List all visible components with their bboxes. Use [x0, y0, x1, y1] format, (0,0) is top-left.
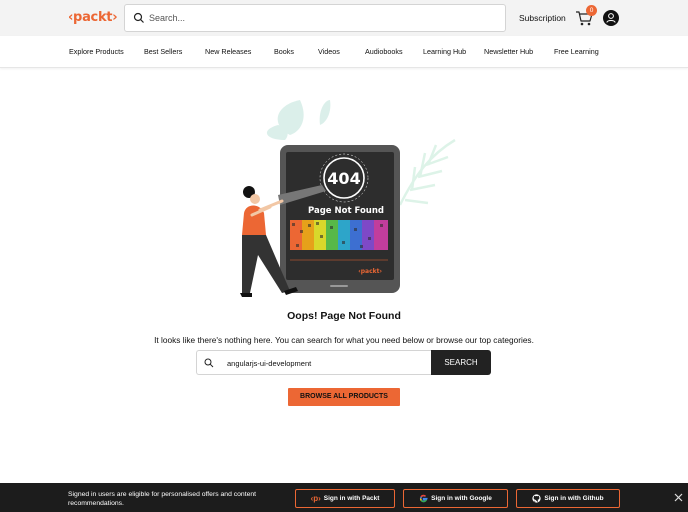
browse-all-products-button[interactable]: BROWSE ALL PRODUCTS [288, 388, 400, 406]
user-icon[interactable] [603, 10, 619, 26]
signin-packt-prefix: Sign in with [323, 495, 363, 503]
nav-books[interactable]: Books [274, 47, 294, 56]
signin-github-name: Github [582, 495, 604, 502]
404-illustration: 404 Page Not Found ‹packt› [240, 100, 456, 297]
nav-new-releases[interactable]: New Releases [205, 47, 251, 56]
signin-banner: Signed in users are eligible for persona… [0, 483, 688, 512]
pixel-rainbow [290, 220, 388, 250]
product-search: SEARCH [196, 350, 491, 375]
nav-explore-products[interactable]: Explore Products [69, 47, 124, 56]
nav-audiobooks[interactable]: Audiobooks [365, 47, 403, 56]
subscription-link[interactable]: Subscription [519, 13, 566, 23]
nav-free-learning[interactable]: Free Learning [554, 47, 599, 56]
page-subtitle: It looks like there's nothing here. You … [154, 335, 534, 345]
top-bar: ‹packt› Subscription 0 [0, 0, 688, 36]
search-button[interactable]: SEARCH [431, 350, 491, 375]
signin-packt-name: Packt [362, 495, 380, 503]
product-search-input[interactable] [227, 356, 427, 371]
nav-learning-hub[interactable]: Learning Hub [423, 47, 466, 56]
signin-github-button[interactable]: Sign in with Github [516, 489, 620, 508]
close-icon[interactable] [674, 493, 683, 502]
page-not-found-caption: Page Not Found [308, 206, 384, 216]
signin-google-name: Google [469, 495, 492, 502]
main-nav: Explore Products Best Sellers New Releas… [0, 36, 688, 68]
product-search-box[interactable] [196, 350, 432, 375]
signin-google-button[interactable]: Sign in with Google [403, 489, 508, 508]
palm-leaf-decoration [398, 138, 456, 206]
search-icon [133, 12, 144, 23]
github-icon [532, 494, 542, 503]
nav-best-sellers[interactable]: Best Sellers [144, 47, 182, 56]
signin-github-prefix: Sign in with [544, 495, 583, 502]
404-code: 404 [327, 169, 360, 188]
signin-message: Signed in users are eligible for persona… [68, 491, 257, 507]
packt-icon: ‹p› [310, 494, 321, 503]
packt-logo[interactable]: ‹packt› [68, 10, 118, 25]
signin-google-prefix: Sign in with [431, 495, 470, 502]
search-icon [204, 358, 214, 368]
header-search[interactable] [124, 4, 506, 32]
header-search-input[interactable] [149, 9, 489, 27]
google-icon [420, 494, 428, 503]
page-title: Oops! Page Not Found [287, 310, 401, 322]
signin-packt-button[interactable]: ‹p› Sign in with Packt [295, 489, 395, 508]
nav-videos[interactable]: Videos [318, 47, 340, 56]
nav-newsletter-hub[interactable]: Newsletter Hub [484, 47, 533, 56]
tablet-brand-logo: ‹packt› [358, 268, 382, 275]
leaf-decoration [266, 100, 331, 140]
cart-count-badge: 0 [586, 5, 597, 16]
